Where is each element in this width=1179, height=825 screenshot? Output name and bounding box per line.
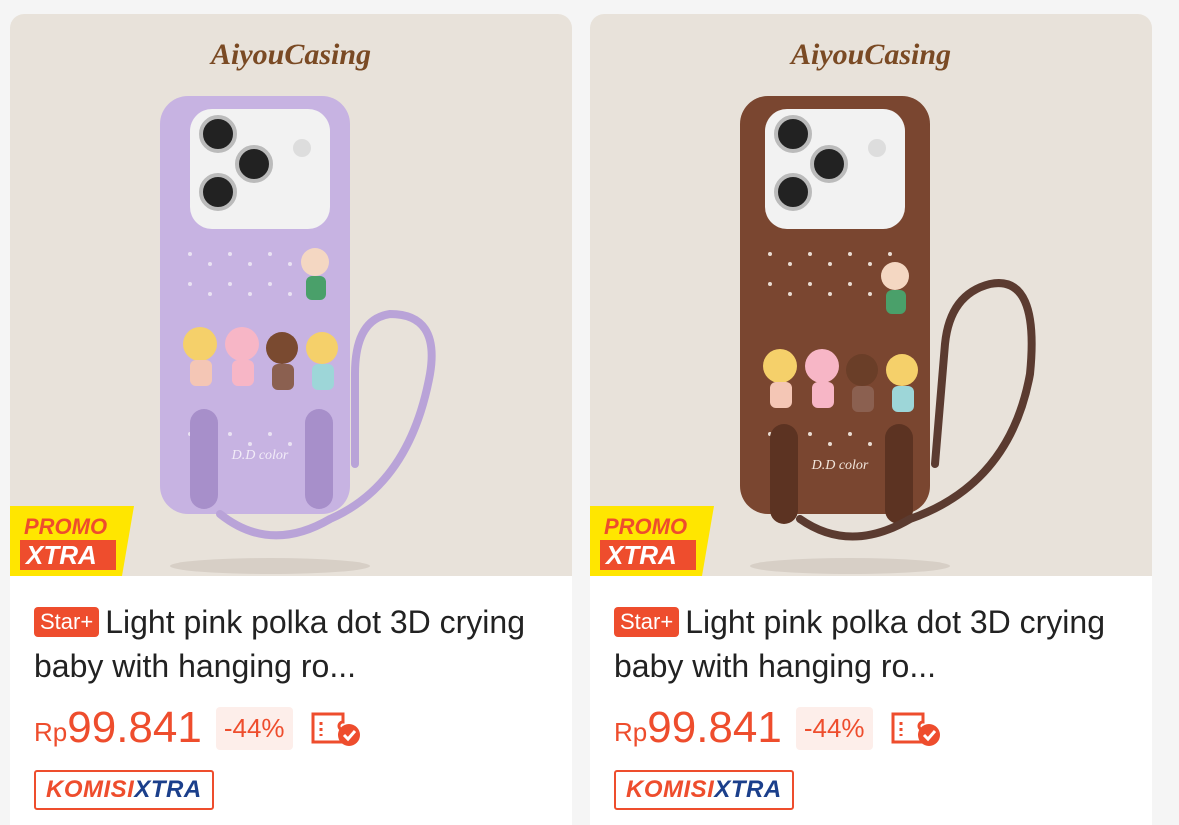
phone-case-illustration: D.D color (160, 96, 436, 574)
price-row: Rp 99.841 -44% (34, 702, 548, 754)
case-logo-text: D.D color (231, 448, 289, 463)
currency-label: Rp (614, 717, 648, 747)
price-row: Rp 99.841 -44% (614, 702, 1128, 754)
voucher-check-icon (311, 712, 360, 746)
discount-badge: -44% (215, 706, 293, 750)
product-card[interactable]: AiyouCasing D.D color PROMO XTRA Star+ L… (10, 14, 572, 825)
komisi-xtra-badge: KOMISIXTRA (614, 770, 794, 810)
komisi-part1: KOMISI (46, 776, 135, 803)
product-title[interactable]: Star+ Light pink polka dot 3D crying baby… (614, 600, 1128, 688)
komisi-part2: XTRA (714, 776, 782, 803)
product-info: Star+ Light pink polka dot 3D crying baby… (590, 576, 1152, 810)
product-title-text: Light pink polka dot 3D crying baby with… (614, 604, 1105, 684)
voucher-check-icon (891, 712, 940, 746)
promo-xtra-badge: PROMO XTRA (10, 506, 134, 576)
discount-badge: -44% (795, 706, 873, 750)
case-logo-text: D.D color (811, 458, 869, 473)
product-info: Star+ Light pink polka dot 3D crying baby… (10, 576, 572, 810)
currency-label: Rp (34, 717, 68, 747)
promo-line2: XTRA (604, 540, 677, 570)
komisi-part2: XTRA (134, 776, 202, 803)
product-image[interactable]: AiyouCasing D.D color PROMO XTRA (10, 14, 572, 576)
product-card[interactable]: AiyouCasing D.D color PROMO XTRA Star+ L… (590, 14, 1152, 825)
promo-xtra-badge: PROMO XTRA (590, 506, 714, 576)
product-grid: AiyouCasing D.D color PROMO XTRA Star+ L… (0, 0, 1179, 825)
komisi-xtra-badge: KOMISIXTRA (34, 770, 214, 810)
promo-line1: PROMO (604, 514, 687, 539)
promo-line1: PROMO (24, 514, 107, 539)
product-image[interactable]: AiyouCasing D.D color PROMO XTRA (590, 14, 1152, 576)
star-plus-badge: Star+ (34, 607, 100, 637)
star-plus-badge: Star+ (614, 607, 680, 637)
phone-case-illustration: D.D color (740, 96, 1036, 574)
product-title-text: Light pink polka dot 3D crying baby with… (34, 604, 525, 684)
promo-line2: XTRA (24, 540, 97, 570)
product-price: 99.841 (67, 703, 202, 752)
product-title[interactable]: Star+ Light pink polka dot 3D crying baby… (34, 600, 548, 688)
komisi-part1: KOMISI (626, 776, 715, 803)
product-price: 99.841 (647, 703, 782, 752)
